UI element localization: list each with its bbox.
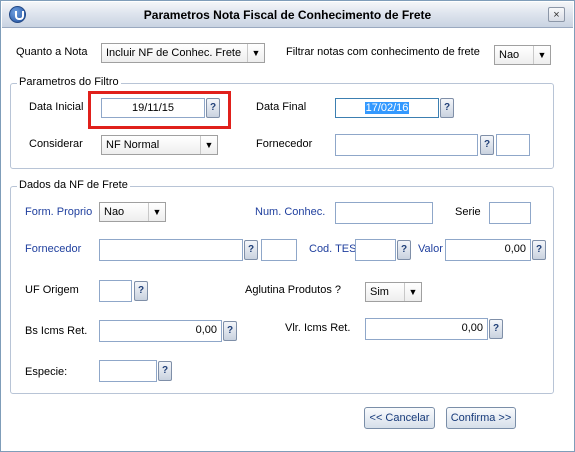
considerar-value: NF Normal [106,139,160,151]
especie-label: Especie: [25,366,68,378]
considerar-label: Considerar [29,138,83,150]
cod-tes-input[interactable] [355,239,396,261]
close-button[interactable]: × [548,7,565,22]
form-proprio-value: Nao [104,206,125,218]
data-final-input[interactable]: 17/02/16 [335,98,439,118]
vlr-icms-ret-input[interactable]: 0,00 [365,318,488,340]
title-bar[interactable]: Parametros Nota Fiscal de Conhecimento d… [2,2,573,28]
uf-origem-input[interactable] [99,280,132,302]
quanto-a-nota-value: Incluir NF de Conhec. Frete [106,47,242,59]
uf-origem-label: UF Origem [25,284,79,296]
bs-icms-ret-calculator-button[interactable]: ? [223,321,237,341]
chevron-down-icon[interactable]: ▼ [200,136,217,154]
aglutina-produtos-value: Sim [370,286,389,298]
valor-calculator-button[interactable]: ? [532,240,546,260]
chevron-down-icon[interactable]: ▼ [247,44,264,62]
fornecedor-filtro-loja-input[interactable] [496,134,530,156]
filtrar-notas-value: Nao [499,49,520,61]
especie-lookup-button[interactable]: ? [158,361,172,381]
bs-icms-ret-label: Bs Icms Ret. [25,325,88,337]
data-final-lookup-button[interactable]: ? [440,98,454,118]
serie-input[interactable] [489,202,531,224]
fornecedor-filtro-label: Fornecedor [256,138,313,150]
serie-label: Serie [455,206,481,218]
bs-icms-ret-input[interactable]: 0,00 [99,320,222,342]
cod-tes-lookup-button[interactable]: ? [397,240,411,260]
valor-input[interactable]: 0,00 [445,239,531,261]
aglutina-produtos-select[interactable]: Sim ▼ [365,282,422,302]
vlr-icms-ret-calculator-button[interactable]: ? [489,319,503,339]
confirma-button[interactable]: Confirma >> [446,407,516,429]
filtrar-notas-select[interactable]: Nao ▼ [494,45,551,65]
data-inicial-label: Data Inicial [29,101,84,113]
fornecedor-frete-input[interactable] [99,239,243,261]
vlr-icms-ret-label: Vlr. Icms Ret. [285,322,351,334]
highlight-box [88,91,231,129]
data-final-value: 17/02/16 [364,102,410,114]
fornecedor-filtro-lookup-button[interactable]: ? [480,135,494,155]
form-proprio-label: Form. Proprio [25,206,93,218]
aglutina-produtos-label: Aglutina Produtos ? [245,284,342,296]
data-final-label: Data Final [256,101,307,113]
fornecedor-filtro-input[interactable] [335,134,478,156]
chevron-down-icon[interactable]: ▼ [533,46,550,64]
fornecedor-frete-loja-input[interactable] [261,239,297,261]
cod-tes-label: Cod. TES [309,243,357,255]
num-conhec-input[interactable] [335,202,433,224]
form-proprio-select[interactable]: Nao ▼ [99,202,166,222]
uf-origem-lookup-button[interactable]: ? [134,281,148,301]
num-conhec-label: Num. Conhec. [255,206,326,218]
quanto-a-nota-select[interactable]: Incluir NF de Conhec. Frete ▼ [101,43,265,63]
chevron-down-icon[interactable]: ▼ [404,283,421,301]
valor-label: Valor [418,243,443,255]
filtro-group-title: Parametros do Filtro [17,76,121,88]
window-title: Parametros Nota Fiscal de Conhecimento d… [143,8,432,22]
especie-input[interactable] [99,360,157,382]
chevron-down-icon[interactable]: ▼ [148,203,165,221]
frete-group-title: Dados da NF de Frete [17,179,130,191]
quanto-a-nota-label: Quanto a Nota [16,46,88,58]
filtrar-notas-label: Filtrar notas com conhecimento de frete [286,46,480,58]
considerar-select[interactable]: NF Normal ▼ [101,135,218,155]
cancelar-button[interactable]: << Cancelar [364,407,435,429]
fornecedor-frete-lookup-button[interactable]: ? [244,240,258,260]
fornecedor-frete-label: Fornecedor [25,243,82,255]
